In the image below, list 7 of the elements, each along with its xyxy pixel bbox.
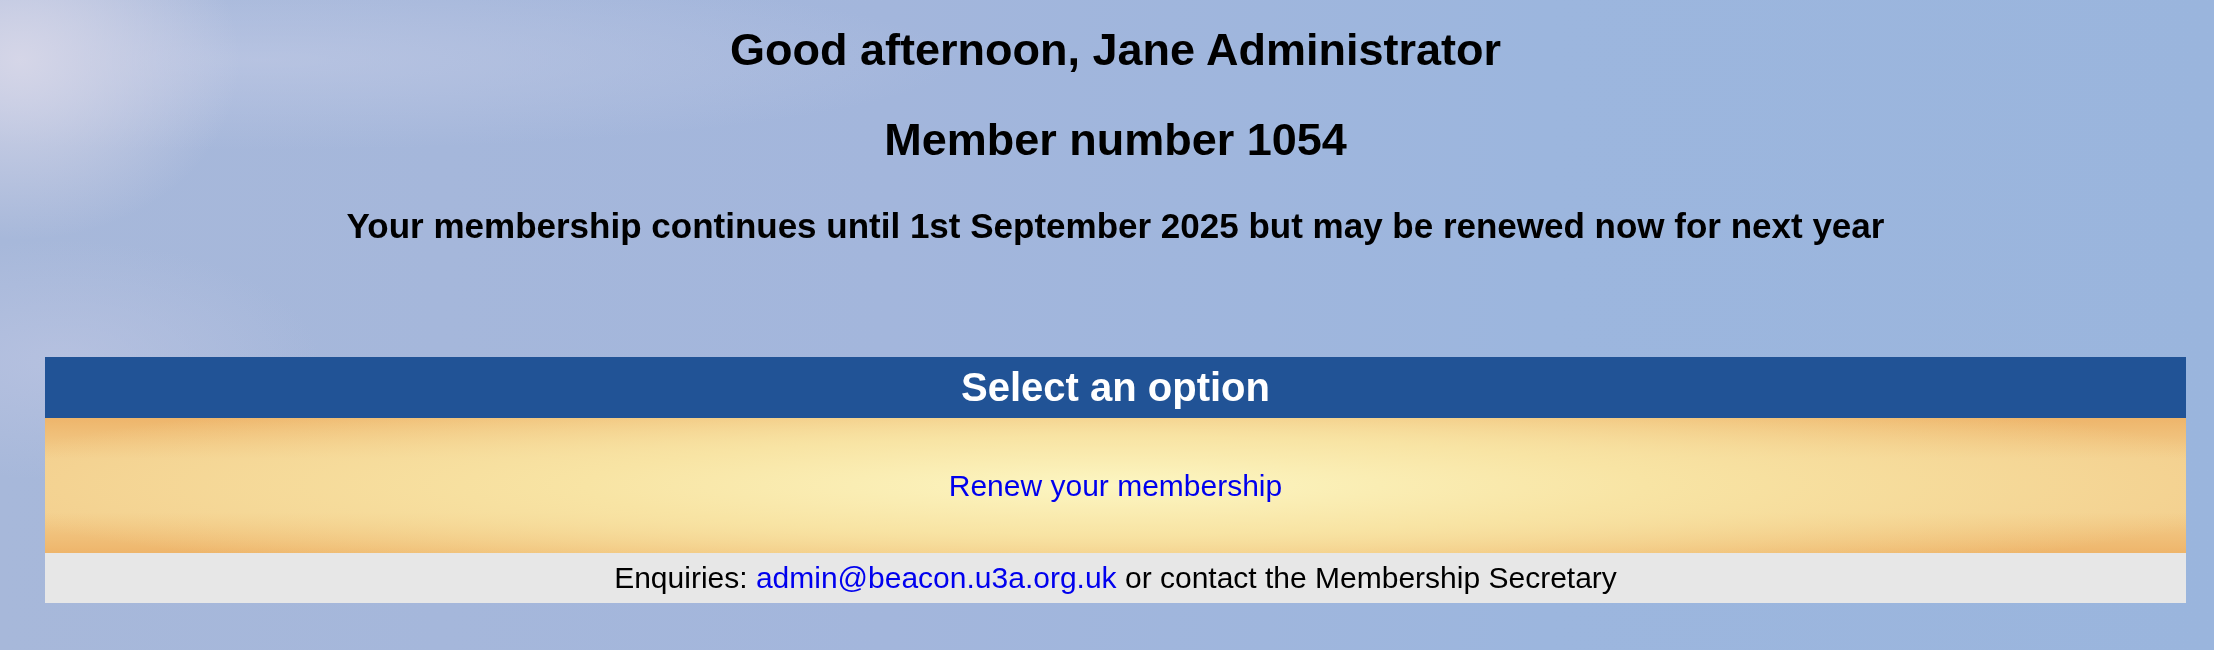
enquiries-text: Enquiries: admin@beacon.u3a.org.uk or contact the Membership Secretary	[614, 561, 1617, 595]
options-header: Select an option	[45, 357, 2186, 418]
membership-status-text: Your membership continues until 1st September 2025 but may be renewed now for next year	[346, 205, 1885, 247]
renew-link[interactable]: Renew your membership	[948, 468, 1283, 503]
email-link[interactable]: admin@beacon.u3a.org.uk	[755, 561, 1117, 594]
member-number-heading: Member number 1054	[884, 113, 1347, 167]
greeting-heading: Good afternoon, Jane Administrator	[730, 23, 1501, 77]
